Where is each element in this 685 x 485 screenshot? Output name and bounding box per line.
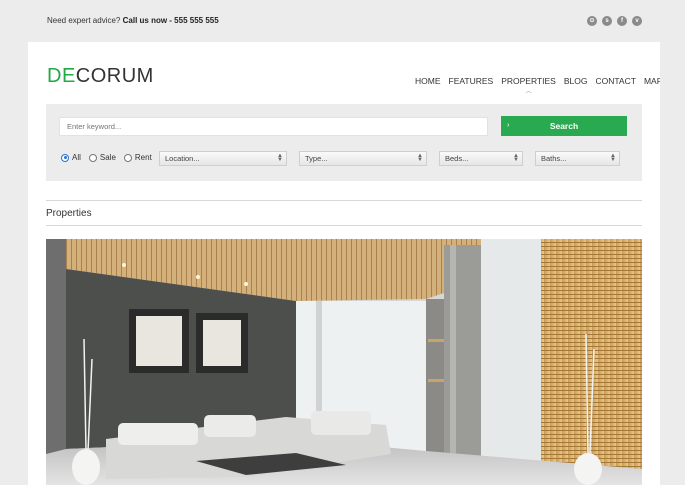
type-select-value: Type... xyxy=(305,154,328,163)
nav-map[interactable]: MAP xyxy=(644,76,660,86)
logo-part-corum: CORUM xyxy=(75,65,154,87)
location-select[interactable]: Location... ▲ ▼ xyxy=(159,151,287,166)
nav-blog[interactable]: BLOG xyxy=(564,76,588,86)
radio-dot xyxy=(123,153,132,162)
updown-icon: ▲ ▼ xyxy=(277,153,283,163)
radio-dot-checked xyxy=(61,153,69,162)
main-nav: HOME FEATURES PROPERTIES ︿ BLOG CONTACT M… xyxy=(415,76,660,95)
top-bar: Need expert advice? Call us now - 555 55… xyxy=(0,0,685,42)
nav-contact[interactable]: CONTACT xyxy=(595,76,635,86)
social-links: ⊙ s f v xyxy=(587,16,642,26)
nav-properties-label: PROPERTIES xyxy=(501,76,556,86)
search-button-label: Search xyxy=(549,121,579,131)
properties-header: Properties xyxy=(46,200,642,226)
advice-text: Need expert advice? xyxy=(47,16,121,25)
rss-icon[interactable]: ⊙ xyxy=(587,16,597,26)
site-logo[interactable]: DECORUM xyxy=(47,65,154,88)
skype-icon[interactable]: s xyxy=(602,16,612,26)
radio-all-label: All xyxy=(72,153,81,162)
type-select[interactable]: Type... ▲ ▼ xyxy=(299,151,427,166)
arrow-right-icon: › xyxy=(507,122,510,129)
facebook-icon[interactable]: f xyxy=(617,16,627,26)
call-text: Call us now - 555 555 555 xyxy=(122,16,219,25)
radio-sale[interactable]: Sale xyxy=(88,153,116,162)
search-button[interactable]: › Search xyxy=(501,116,627,136)
property-hero-image[interactable] xyxy=(46,239,642,485)
vimeo-icon[interactable]: v xyxy=(632,16,642,26)
updown-icon: ▲ ▼ xyxy=(513,153,519,163)
baths-select-value: Baths... xyxy=(541,154,567,163)
baths-select[interactable]: Baths... ▲ ▼ xyxy=(535,151,620,166)
beds-select[interactable]: Beds... ▲ ▼ xyxy=(439,151,523,166)
radio-rent[interactable]: Rent xyxy=(123,153,152,162)
contact-advice: Need expert advice? Call us now - 555 55… xyxy=(47,16,219,25)
radio-sale-label: Sale xyxy=(99,153,116,162)
properties-title: Properties xyxy=(46,208,92,219)
chevron-up-icon: ︿ xyxy=(525,89,532,95)
radio-all[interactable]: All xyxy=(61,153,81,162)
updown-icon: ▲ ▼ xyxy=(610,153,616,163)
nav-properties[interactable]: PROPERTIES ︿ xyxy=(501,76,556,95)
nav-home[interactable]: HOME xyxy=(415,76,441,86)
living-room-illustration xyxy=(46,239,642,485)
logo-part-de: DE xyxy=(47,65,76,87)
keyword-input[interactable] xyxy=(59,117,488,136)
location-select-value: Location... xyxy=(165,154,200,163)
beds-select-value: Beds... xyxy=(445,154,469,163)
property-search-panel: › Search All Sale Rent Location... ▲▼ Ty… xyxy=(46,104,642,181)
radio-rent-label: Rent xyxy=(134,153,152,162)
updown-icon: ▲ ▼ xyxy=(417,153,423,163)
listing-type-radios: All Sale Rent xyxy=(61,153,160,162)
main-card: DECORUM HOME FEATURES PROPERTIES ︿ BLOG C… xyxy=(28,42,660,485)
radio-dot xyxy=(88,153,97,162)
nav-features[interactable]: FEATURES xyxy=(449,76,494,86)
